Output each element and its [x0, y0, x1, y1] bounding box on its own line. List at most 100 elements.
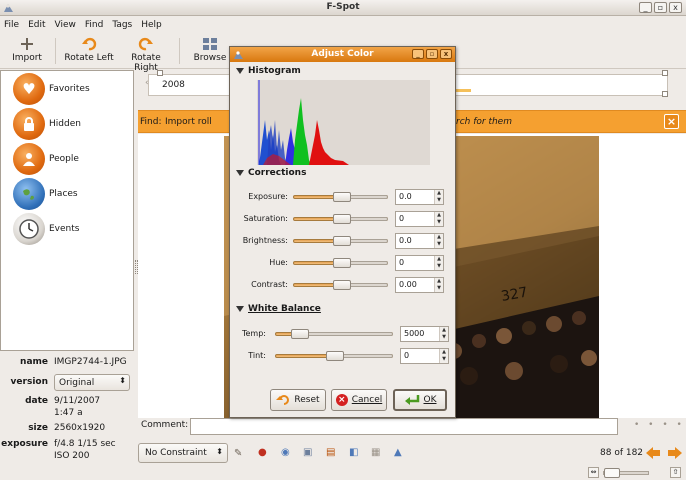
- timeline-handle-right-bottom[interactable]: [662, 91, 668, 97]
- next-arrow-icon[interactable]: [668, 447, 682, 459]
- menu-view[interactable]: View: [55, 20, 76, 30]
- info-date-value: 9/11/2007: [54, 396, 101, 406]
- scroll-left-icon[interactable]: ‹: [145, 78, 149, 88]
- sepia-tool-icon[interactable]: ▦: [371, 447, 380, 458]
- cancel-button[interactable]: × Cancel: [331, 389, 387, 411]
- plus-icon: [21, 38, 33, 50]
- slider-track[interactable]: [293, 236, 388, 246]
- window-title: F-Spot: [326, 2, 360, 12]
- slider-knob[interactable]: [332, 236, 351, 246]
- slider-track[interactable]: [293, 214, 388, 224]
- menu-tags[interactable]: Tags: [112, 20, 132, 30]
- reset-button[interactable]: Reset: [270, 389, 326, 411]
- import-button[interactable]: Import: [10, 37, 44, 63]
- spin-arrows-icon[interactable]: ▲ ▼: [434, 256, 443, 270]
- slider-knob[interactable]: [290, 329, 309, 339]
- corrections-heading: Corrections: [248, 168, 307, 178]
- dialog-minimize-button[interactable]: _: [412, 49, 424, 59]
- comment-input[interactable]: [190, 418, 618, 435]
- menubar: File Edit View Find Tags Help: [0, 16, 686, 33]
- value-spinbox[interactable]: 0 ▲ ▼: [395, 255, 444, 271]
- cancel-label: Cancel: [351, 395, 383, 405]
- version-select[interactable]: Original ⬍: [54, 374, 130, 391]
- close-find-icon[interactable]: ×: [664, 114, 679, 129]
- value-spinbox[interactable]: 0 ▲ ▼: [400, 348, 449, 364]
- histogram-display: [257, 80, 430, 165]
- spin-arrows-icon[interactable]: ▲ ▼: [439, 349, 448, 363]
- minimize-button[interactable]: _: [639, 2, 652, 13]
- value-spinbox[interactable]: 0.00 ▲ ▼: [395, 277, 444, 293]
- timeline-handle-left[interactable]: [157, 70, 163, 76]
- tilt-tool-icon[interactable]: ◧: [349, 447, 358, 458]
- slider-track[interactable]: [275, 329, 393, 339]
- close-button[interactable]: x: [669, 2, 682, 13]
- timeline-handle-right[interactable]: [662, 70, 668, 76]
- slider-track[interactable]: [293, 280, 388, 290]
- slider-knob[interactable]: [332, 192, 351, 202]
- window-titlebar: F-Spot _ ▫ x: [0, 0, 686, 16]
- value-spinbox[interactable]: 0.0 ▲ ▼: [395, 189, 444, 205]
- tag-hidden[interactable]: Hidden: [13, 108, 81, 140]
- slider-track[interactable]: [275, 351, 393, 361]
- dialog-maximize-button[interactable]: ▫: [426, 49, 438, 59]
- spin-arrows-icon[interactable]: ▲ ▼: [434, 190, 443, 204]
- ok-button[interactable]: OK: [393, 389, 447, 411]
- tag-events[interactable]: Events: [13, 213, 79, 245]
- rotate-right-button[interactable]: Rotate Right: [118, 37, 174, 73]
- zoom-out-icon[interactable]: ⇔: [588, 467, 599, 478]
- redeye-tool-icon[interactable]: ●: [258, 447, 267, 458]
- slider-row: Contrast: 0.00 ▲ ▼: [230, 277, 455, 293]
- value-spinbox[interactable]: 0 ▲ ▼: [395, 211, 444, 227]
- slider-knob[interactable]: [332, 214, 351, 224]
- slider-track[interactable]: [293, 258, 388, 268]
- value-spinbox[interactable]: 5000 ▲ ▼: [400, 326, 449, 342]
- zoom-slider[interactable]: [603, 468, 649, 478]
- spin-arrows-icon[interactable]: ▲ ▼: [434, 278, 443, 292]
- straighten-tool-icon[interactable]: ▣: [303, 447, 312, 458]
- slider-remaining: [299, 332, 393, 336]
- toolbar-separator: [179, 38, 180, 64]
- info-exposure-label: exposure: [1, 439, 48, 449]
- slider-knob[interactable]: [332, 280, 351, 290]
- browse-button[interactable]: Browse: [192, 37, 228, 63]
- histogram-heading: Histogram: [248, 66, 301, 76]
- tag-label: Events: [49, 224, 80, 234]
- spin-arrows-icon[interactable]: ▲ ▼: [434, 234, 443, 248]
- more-dots-icon[interactable]: • • • •: [634, 420, 685, 430]
- tag-people[interactable]: People: [13, 143, 79, 175]
- find-hint: rch for them: [456, 117, 512, 127]
- tag-label: Hidden: [49, 119, 81, 129]
- slider-track[interactable]: [293, 192, 388, 202]
- dialog-close-button[interactable]: x: [440, 49, 452, 59]
- info-iso-value: ISO 200: [54, 451, 90, 461]
- desaturate-tool-icon[interactable]: ▲: [394, 447, 402, 458]
- spin-arrows-icon[interactable]: ▲ ▼: [439, 327, 448, 341]
- menu-edit[interactable]: Edit: [28, 20, 45, 30]
- crop-tool-icon[interactable]: ✎: [234, 448, 242, 459]
- zoom-slider-knob[interactable]: [604, 468, 620, 478]
- zoom-in-icon[interactable]: ⇧: [670, 467, 681, 478]
- corrections-expander[interactable]: Corrections: [236, 168, 306, 178]
- import-label: Import: [12, 53, 42, 63]
- previous-arrow-icon[interactable]: [646, 447, 660, 459]
- spin-arrows-icon[interactable]: ▲ ▼: [434, 212, 443, 226]
- photo-count: 88 of 182: [600, 448, 644, 458]
- menu-help[interactable]: Help: [141, 20, 162, 30]
- globe-icon: [13, 178, 45, 210]
- value-spinbox[interactable]: 0.0 ▲ ▼: [395, 233, 444, 249]
- tag-places[interactable]: Places: [13, 178, 78, 210]
- find-query[interactable]: Import roll: [165, 117, 212, 127]
- softfocus-tool-icon[interactable]: ▤: [326, 447, 335, 458]
- white-balance-expander[interactable]: White Balance: [236, 304, 321, 314]
- slider-knob[interactable]: [332, 258, 351, 268]
- color-tool-icon[interactable]: ◉: [281, 447, 290, 458]
- constraint-select[interactable]: No Constraint ⬍: [138, 443, 228, 463]
- menu-file[interactable]: File: [4, 20, 19, 30]
- tag-favorites[interactable]: ♥ Favorites: [13, 73, 90, 105]
- spinbox-value: 5000: [404, 329, 425, 338]
- slider-knob[interactable]: [326, 351, 344, 361]
- menu-find[interactable]: Find: [85, 20, 103, 30]
- maximize-button[interactable]: ▫: [654, 2, 667, 13]
- histogram-expander[interactable]: Histogram: [236, 66, 301, 76]
- rotate-left-button[interactable]: Rotate Left: [64, 37, 114, 63]
